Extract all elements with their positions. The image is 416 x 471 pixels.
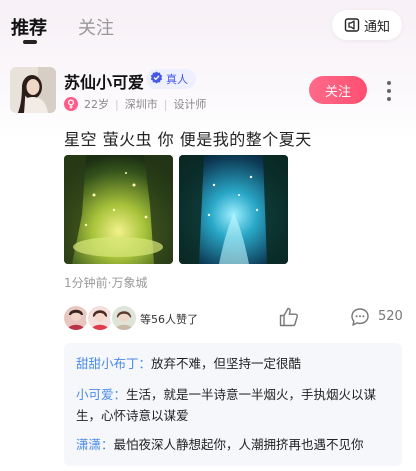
comment-item[interactable]: 潇潇：最怕夜深人静想起你，人潮拥挤再也遇不见你: [76, 434, 364, 455]
more-options-icon[interactable]: [384, 78, 394, 104]
comment-author[interactable]: 甜甜小布丁：: [76, 356, 151, 371]
speaker-icon: [344, 17, 360, 33]
comment-item[interactable]: 甜甜小布丁：放弃不难，但坚持一定很酷: [76, 353, 301, 374]
verified-badge: 真人: [146, 69, 196, 89]
active-tab-indicator: [23, 40, 37, 44]
user-age: 22岁: [84, 98, 109, 111]
liker-avatars[interactable]: [62, 304, 142, 332]
liker-avatar: [110, 304, 138, 332]
comment-text: 最怕夜深人静想起你，人潮拥挤再也遇不见你: [113, 437, 364, 452]
notification-button[interactable]: 通知: [332, 10, 402, 40]
comment-icon[interactable]: [350, 307, 370, 327]
comment-author[interactable]: 潇潇：: [76, 437, 114, 452]
post-photo-starry-stream[interactable]: [179, 155, 288, 264]
verified-icon: [150, 71, 163, 87]
verified-label: 真人: [166, 73, 188, 86]
post-text: 星空 萤火虫 你 便是我的整个夏天: [64, 130, 312, 149]
user-city: 深圳市: [124, 98, 158, 111]
user-meta: 22岁 | 深圳市 | 设计师: [64, 96, 206, 112]
comments-preview[interactable]: 甜甜小布丁：放弃不难，但坚持一定很酷 小可爱：生活，就是一半诗意一半烟火，手执烟…: [64, 343, 402, 466]
likes-count-text[interactable]: 等56人赞了: [140, 311, 198, 327]
username[interactable]: 苏仙小可爱: [64, 69, 144, 93]
post-photo-firefly-forest[interactable]: [64, 155, 173, 264]
thumbs-up-icon[interactable]: [278, 306, 300, 328]
avatar[interactable]: [10, 67, 56, 113]
comment-item[interactable]: 小可爱：生活，就是一半诗意一半烟火，手执烟火以谋生，心怀诗意以谋爱: [76, 384, 394, 426]
meta-divider: |: [115, 97, 119, 111]
post-time-location: 1分钟前·万象城: [64, 276, 148, 290]
follow-button[interactable]: 关注: [309, 76, 367, 104]
user-job: 设计师: [173, 98, 207, 111]
meta-divider: |: [163, 97, 168, 111]
comment-text: 放弃不难，但坚持一定很酷: [151, 356, 302, 371]
comment-author[interactable]: 小可爱：: [76, 387, 126, 402]
female-gender-icon: [64, 97, 78, 111]
tab-following[interactable]: 关注: [78, 14, 114, 40]
top-tab-bar: 推荐 关注 通知: [0, 0, 416, 50]
notification-label: 通知: [363, 19, 390, 35]
comment-count: 520: [378, 309, 403, 324]
tab-recommend[interactable]: 推荐: [11, 14, 47, 40]
